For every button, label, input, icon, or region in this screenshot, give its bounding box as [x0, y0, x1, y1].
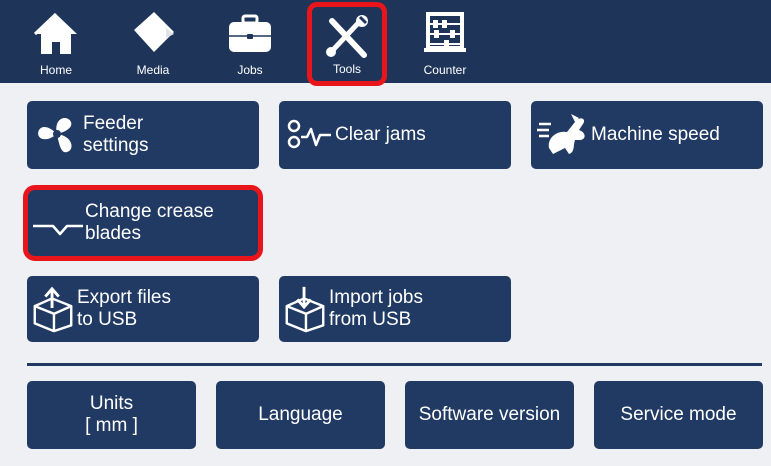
fan-icon	[38, 118, 72, 153]
media-icon	[134, 12, 174, 52]
export-files-label: Export files to USB	[77, 287, 171, 330]
software-version-label: Software version	[418, 404, 561, 425]
units-button[interactable]: Units [ mm ]	[27, 381, 196, 449]
tab-tools-label: Tools	[332, 62, 361, 76]
units-value: [ mm ]	[85, 415, 138, 436]
section-divider	[27, 363, 762, 366]
export-box-icon	[33, 286, 73, 333]
tab-tools[interactable]: Tools	[307, 2, 387, 86]
feeder-settings-label: Feeder settings	[83, 113, 149, 156]
machine-speed-button[interactable]: Machine speed	[531, 101, 763, 169]
language-button[interactable]: Language	[216, 381, 385, 449]
tab-home[interactable]: Home	[17, 0, 95, 83]
tools-icon	[326, 15, 368, 58]
tab-jobs[interactable]: Jobs	[211, 0, 289, 83]
import-box-icon	[285, 286, 325, 333]
tab-counter-label: Counter	[423, 63, 467, 77]
change-crease-blades-button[interactable]: Change crease blades	[23, 185, 263, 261]
crease-blade-icon	[33, 224, 83, 236]
clear-jams-label: Clear jams	[335, 124, 426, 145]
tab-home-label: Home	[39, 63, 72, 77]
change-crease-blades-label: Change crease blades	[85, 201, 214, 244]
tab-counter[interactable]: Counter	[406, 0, 484, 83]
briefcase-icon	[229, 14, 271, 52]
export-files-button[interactable]: Export files to USB	[27, 276, 259, 342]
units-label: Units	[89, 393, 134, 414]
tab-media-label: Media	[136, 63, 170, 77]
rabbit-icon	[537, 114, 585, 154]
service-mode-button[interactable]: Service mode	[594, 381, 763, 449]
top-nav-bar: Home Media Jobs Tools Counter	[0, 0, 771, 86]
home-icon	[33, 12, 77, 54]
software-version-button[interactable]: Software version	[405, 381, 574, 449]
tab-media[interactable]: Media	[114, 0, 192, 83]
jam-signal-icon	[287, 119, 331, 149]
language-label: Language	[258, 404, 343, 425]
tab-jobs-label: Jobs	[237, 63, 263, 77]
machine-speed-label: Machine speed	[591, 124, 720, 145]
clear-jams-button[interactable]: Clear jams	[279, 101, 511, 169]
feeder-settings-button[interactable]: Feeder settings	[27, 101, 259, 169]
import-jobs-label: Import jobs from USB	[329, 287, 423, 330]
import-jobs-button[interactable]: Import jobs from USB	[279, 276, 511, 342]
abacus-icon	[424, 12, 466, 52]
service-mode-label: Service mode	[620, 404, 737, 425]
